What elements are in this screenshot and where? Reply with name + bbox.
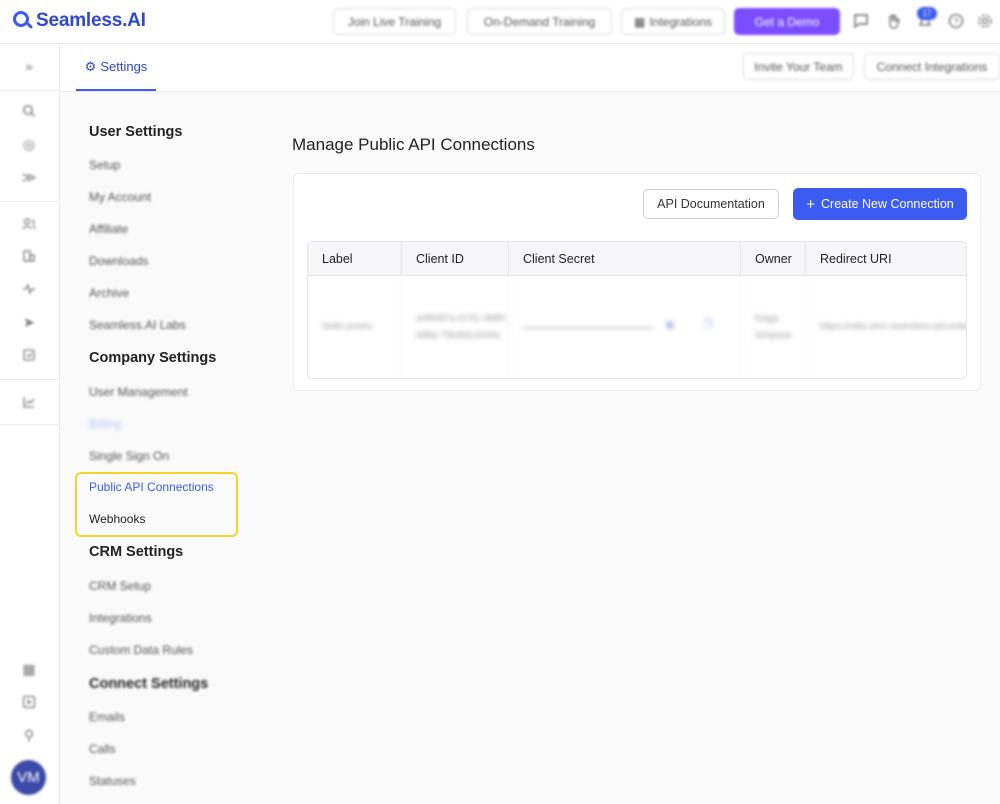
companies-icon[interactable] (19, 246, 39, 266)
sidebar-item-crm-setup[interactable]: CRM Setup (89, 579, 151, 593)
sidebar-item-user-management[interactable]: User Management (89, 385, 188, 399)
top-bar: Seamless.AI Join Live Training On-Demand… (0, 0, 1000, 44)
integrations-button[interactable]: ▦ Integrations (621, 8, 725, 35)
notification-count-badge: 17 (917, 7, 937, 20)
seamless-logo[interactable]: Seamless.AI (12, 7, 146, 35)
grid-icon: ▦ (633, 14, 646, 29)
cell-client-id: a4806f7a-6741-4680-b88a-79b3fdc16081 (402, 276, 509, 378)
tasks-icon[interactable] (19, 345, 39, 365)
user-avatar[interactable]: VM (11, 760, 46, 795)
pin-icon[interactable]: ⚲ (19, 725, 39, 745)
crm-settings-heading: CRM Settings (89, 544, 184, 560)
connect-integrations-button[interactable]: Connect Integrations (864, 53, 1000, 80)
activity-icon[interactable] (19, 279, 39, 299)
sidebar-item-custom-data-rules[interactable]: Custom Data Rules (89, 643, 193, 657)
sidebar-item-calls[interactable]: Calls (89, 742, 116, 756)
chat-icon[interactable] (852, 12, 870, 30)
svg-text:?: ? (953, 17, 958, 27)
sidebar-item-single-sign-on[interactable]: Single Sign On (89, 449, 169, 463)
search-icon[interactable] (19, 101, 39, 121)
brand-name: Seamless.AI (36, 10, 146, 31)
get-a-demo-button[interactable]: Get a Demo (734, 8, 840, 35)
analytics-icon[interactable] (19, 392, 39, 412)
integrations-label: Integrations (649, 14, 713, 29)
tab-settings[interactable]: ⚙ Settings (76, 44, 156, 91)
sidebar-item-statuses[interactable]: Statuses (89, 774, 136, 788)
settings-subheader: ⚙ Settings Invite Your Team Connect Inte… (60, 44, 1000, 92)
cell-label: Sethi postm (308, 276, 402, 378)
sidebar-item-setup[interactable]: Setup (89, 158, 120, 172)
create-new-connection-label: Create New Connection (821, 197, 954, 211)
cell-owner: Gaga Simpson (741, 276, 806, 378)
contacts-icon[interactable] (19, 214, 39, 234)
company-settings-heading: Company Settings (89, 350, 217, 366)
search-logo-icon (12, 10, 34, 32)
connect-settings-heading: Connect Settings (89, 676, 209, 692)
sidebar-item-billing[interactable]: Billing (89, 417, 121, 431)
autopilot-icon[interactable]: ≫ (19, 167, 39, 187)
help-icon[interactable]: ? (947, 12, 965, 30)
sidebar-item-downloads[interactable]: Downloads (89, 254, 148, 268)
column-header-client-id[interactable]: Client ID (402, 242, 509, 276)
expand-chevrons-icon[interactable]: » (19, 56, 39, 76)
apps-grid-icon[interactable]: ▦ (19, 659, 39, 679)
copy-icon[interactable]: ❐ (703, 318, 717, 331)
user-settings-heading: User Settings (89, 124, 183, 140)
left-nav-rail: » ◎ ≫ ➤ ▦ ⚲ VM (0, 44, 60, 804)
highlight-box (75, 472, 238, 537)
sidebar-item-archive[interactable]: Archive (89, 286, 129, 300)
masked-secret (523, 326, 653, 329)
api-documentation-button[interactable]: API Documentation (643, 189, 779, 219)
sidebar-item-emails[interactable]: Emails (89, 710, 125, 724)
on-demand-training-button[interactable]: On-Demand Training (467, 8, 612, 35)
table-header: Label Client ID Client Secret Owner Redi… (308, 242, 966, 276)
sidebar-item-seamless-labs[interactable]: Seamless.AI Labs (89, 318, 186, 332)
gear-icon[interactable] (976, 12, 994, 30)
connections-table: Label Client ID Client Secret Owner Redi… (307, 241, 967, 379)
column-header-owner[interactable]: Owner (741, 242, 806, 276)
settings-gear-icon: ⚙ (84, 58, 97, 74)
page-title: Manage Public API Connections (292, 135, 535, 154)
sidebar-item-affiliate[interactable]: Affiliate (89, 222, 128, 236)
join-live-training-button[interactable]: Join Live Training (333, 8, 456, 35)
settings-tab-label: Settings (100, 59, 148, 74)
create-new-connection-button[interactable]: + Create New Connection (793, 188, 967, 220)
sidebar-item-integrations[interactable]: Integrations (89, 611, 152, 625)
cell-redirect-uri: https://odio.oirm.seamless.ai/credential… (820, 321, 967, 333)
send-icon[interactable]: ➤ (19, 312, 39, 332)
show-secret-icon[interactable]: ◉ (665, 318, 679, 331)
hand-icon[interactable] (885, 12, 903, 30)
column-header-redirect-uri[interactable]: Redirect URI (806, 242, 966, 276)
target-icon[interactable]: ◎ (19, 134, 39, 154)
invite-your-team-button[interactable]: Invite Your Team (743, 53, 854, 80)
play-video-icon[interactable] (19, 692, 39, 712)
plus-icon: + (806, 195, 816, 213)
column-header-label[interactable]: Label (308, 242, 402, 276)
column-header-client-secret[interactable]: Client Secret (509, 242, 741, 276)
sidebar-item-my-account[interactable]: My Account (89, 190, 151, 204)
